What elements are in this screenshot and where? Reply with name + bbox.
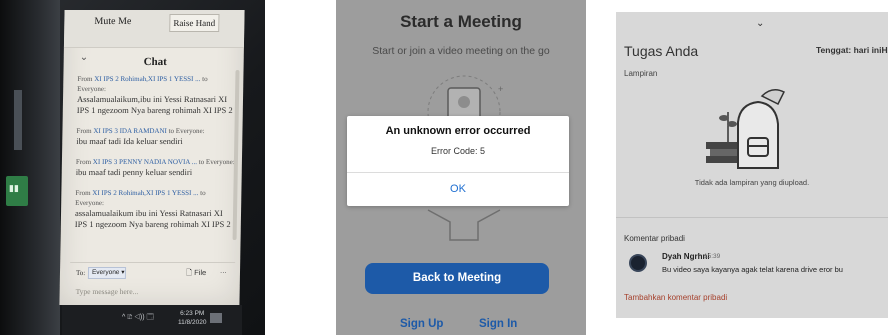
chat-message: From XI IPS 2 Rohimah,XI IPS 1 YESSI ...… <box>77 74 238 116</box>
error-dialog-title: An unknown error occurred <box>385 125 531 137</box>
from-label: From <box>75 158 92 166</box>
classroom-assignment-sheet: ⌄ Tugas Anda Tenggat: hari iniHA Lampira… <box>616 12 888 318</box>
zoom-chat-photo: ▮▮ Mute Me Raise Hand ⌄ Chat From XI IPS… <box>0 0 265 335</box>
drag-handle-icon[interactable]: ⌄ <box>756 18 764 29</box>
chat-message: From XI IPS 3 IDA RAMDANI to Everyone: i… <box>76 126 236 147</box>
collapse-chevron-icon[interactable]: ⌄ <box>80 52 89 63</box>
due-date: Tenggat: hari iniHA <box>816 45 888 55</box>
section-divider <box>616 217 888 218</box>
from-label: From <box>76 127 92 135</box>
comment-time: 15:39 <box>704 253 721 260</box>
chat-message-input[interactable]: Type message here... <box>76 287 139 296</box>
from-label: From <box>77 75 93 83</box>
chat-message-text: Assalamualaikum,ibu ini Yessi Ratnasari … <box>76 94 233 115</box>
recipient-label: to Everyone: <box>168 127 205 135</box>
system-tray-icons[interactable]: ^ 🗈 ◁)) 🗔 <box>122 313 154 324</box>
empty-attachments-illustration <box>706 89 786 169</box>
windows-taskbar: ^ 🗈 ◁)) 🗔 6:23 PM 11/8/2020 <box>62 305 242 335</box>
chat-message-header: From XI IPS 3 IDA RAMDANI to Everyone: <box>76 126 236 136</box>
sender-link[interactable]: XI IPS 3 IDA RAMDANI <box>93 127 167 135</box>
error-dialog: An unknown error occurred Error Code: 5 … <box>347 116 569 206</box>
ok-button[interactable]: OK <box>347 173 569 206</box>
mute-me-button[interactable]: Mute Me <box>94 16 131 27</box>
raise-hand-button[interactable]: Raise Hand <box>169 14 220 32</box>
no-attachments-text: Tidak ada lampiran yang diupload. <box>694 178 810 187</box>
chat-message-text: assalamualaikum ibu ini Yessi Ratnasari … <box>74 208 231 229</box>
attachments-label: Lampiran <box>624 69 658 78</box>
sender-link[interactable]: XI IPS 2 Rohimah,XI IPS 1 YESSI ... <box>92 189 198 197</box>
monitor-bezel <box>0 0 60 335</box>
comment-author: Dyah Ngrhni <box>662 252 710 261</box>
meeting-toolbar: Mute Me Raise Hand <box>63 10 245 48</box>
back-to-meeting-button[interactable]: Back to Meeting <box>365 263 549 294</box>
comment-text: Bu video saya kayanya agak telat karena … <box>662 265 843 274</box>
chat-compose-area: To: Everyone ▾ 🗋 File ... Type message h… <box>69 262 236 304</box>
chat-title: Chat <box>143 56 168 68</box>
chat-message-text: ibu maaf tadi Ida keluar sendiri <box>76 136 183 146</box>
notification-icon[interactable] <box>210 313 222 323</box>
background-window-edge <box>14 90 22 150</box>
file-button-label: File <box>194 268 207 277</box>
sender-link[interactable]: XI IPS 2 Rohimah,XI IPS 1 YESSI ... <box>94 75 200 83</box>
file-button[interactable]: 🗋 File <box>186 267 206 280</box>
chat-message-header: From XI IPS 2 Rohimah,XI IPS 1 YESSI ...… <box>77 74 237 94</box>
chat-message-header: From XI IPS 3 PENNY NADIA NOVIA ... to E… <box>76 157 236 167</box>
clock-date: 11/8/2020 <box>178 319 207 326</box>
zoom-chat-window: Mute Me Raise Hand ⌄ Chat From XI IPS 2 … <box>59 10 245 305</box>
chat-message-text: ibu maaf tadi penny keluar sendiri <box>75 167 193 177</box>
private-comments-label: Komentar pribadi <box>624 234 685 243</box>
sender-link[interactable]: XI IPS 3 PENNY NADIA NOVIA ... <box>93 158 197 166</box>
chat-message: From XI IPS 2 Rohimah,XI IPS 1 YESSI ...… <box>75 188 236 230</box>
svg-text:+: + <box>498 84 503 94</box>
clock-time: 6:23 PM <box>180 310 205 317</box>
recipient-label: to Everyone: <box>198 158 235 166</box>
avatar <box>629 254 647 272</box>
more-options-button[interactable]: ... <box>220 266 227 275</box>
from-label: From <box>75 189 91 197</box>
to-label: To: <box>75 269 86 277</box>
recipient-dropdown[interactable]: Everyone ▾ <box>87 267 127 279</box>
sheet-title: Tugas Anda <box>624 43 699 59</box>
page-subtitle: Start or join a video meeting on the go <box>372 45 550 57</box>
zoom-start-meeting-screen: Start a Meeting Start or join a video me… <box>336 0 586 335</box>
chat-message-header: From XI IPS 2 Rohimah,XI IPS 1 YESSI ...… <box>75 188 235 208</box>
error-code: Error Code: 5 <box>430 146 486 156</box>
green-app-icon: ▮▮ <box>6 176 28 206</box>
add-private-comment-link[interactable]: Tambahkan komentar pribadi <box>624 293 727 302</box>
chat-message-list: From XI IPS 2 Rohimah,XI IPS 1 YESSI ...… <box>75 74 238 240</box>
taskbar-clock: 6:23 PM 11/8/2020 <box>178 309 206 327</box>
chat-message: From XI IPS 3 PENNY NADIA NOVIA ... to E… <box>76 157 236 178</box>
sign-in-link[interactable]: Sign In <box>479 318 517 330</box>
page-title: Start a Meeting <box>400 12 522 31</box>
sign-up-link[interactable]: Sign Up <box>400 318 443 330</box>
